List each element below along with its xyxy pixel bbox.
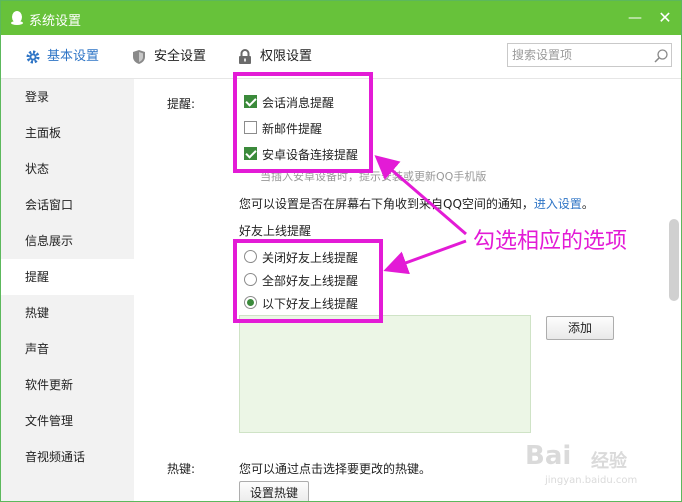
watermark-brand: Bai	[525, 441, 572, 471]
baidu-watermark: Bai 经验 jingyan.baidu.com	[525, 439, 675, 495]
settings-window: 系统设置 — ✕ 基本设置 安全设置 权限设置 搜索设置项 登录 主面板 状态 …	[0, 0, 682, 502]
watermark-brand-2: 经验	[591, 451, 627, 472]
watermark-url: jingyan.baidu.com	[545, 475, 638, 486]
annotation-text: 勾选相应的选项	[473, 229, 628, 254]
